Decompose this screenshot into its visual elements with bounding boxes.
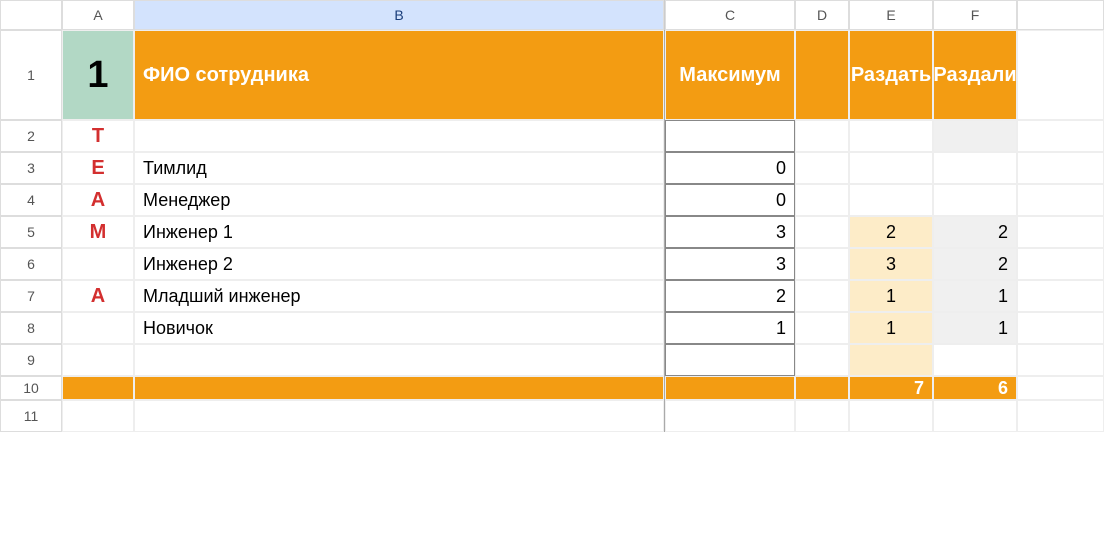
cell-B1[interactable]: ФИО сотрудника [134,30,664,120]
rowhead-7[interactable]: 7 [0,280,62,312]
cell-A9[interactable] [62,344,134,376]
spreadsheet-grid[interactable]: A B C D E F 1 1 ФИО сотрудника Максимум … [0,0,1104,432]
corner-cell[interactable] [0,0,62,30]
cell-E7[interactable]: 1 [849,280,933,312]
cell-B6[interactable]: Инженер 2 [134,248,664,280]
cell-rest-5[interactable] [1017,216,1104,248]
cell-rest-8[interactable] [1017,312,1104,344]
cell-E10[interactable]: 7 [849,376,933,400]
cell-C6[interactable]: 3 [665,248,795,280]
cell-D4[interactable] [795,184,849,216]
rowhead-8[interactable]: 8 [0,312,62,344]
cell-B10[interactable] [134,376,664,400]
cell-rest-6[interactable] [1017,248,1104,280]
cell-D3[interactable] [795,152,849,184]
cell-F7[interactable]: 1 [933,280,1017,312]
cell-rest-1[interactable] [1017,30,1104,120]
cell-F1[interactable]: Раздали [933,30,1017,120]
cell-rest-3[interactable] [1017,152,1104,184]
cell-D9[interactable] [795,344,849,376]
cell-E5[interactable]: 2 [849,216,933,248]
cell-F3[interactable] [933,152,1017,184]
cell-F10[interactable]: 6 [933,376,1017,400]
cell-A3[interactable]: E [62,152,134,184]
rowhead-4[interactable]: 4 [0,184,62,216]
cell-F6[interactable]: 2 [933,248,1017,280]
cell-F2[interactable] [933,120,1017,152]
cell-E11[interactable] [849,400,933,432]
cell-B7[interactable]: Младший инженер [134,280,664,312]
cell-C5[interactable]: 3 [665,216,795,248]
colhead-rest[interactable] [1017,0,1104,30]
cell-D7[interactable] [795,280,849,312]
cell-B3[interactable]: Тимлид [134,152,664,184]
cell-F4[interactable] [933,184,1017,216]
cell-A11[interactable] [62,400,134,432]
cell-B2[interactable] [134,120,664,152]
rowhead-11[interactable]: 11 [0,400,62,432]
cell-E8[interactable]: 1 [849,312,933,344]
cell-rest-9[interactable] [1017,344,1104,376]
cell-A7[interactable]: A [62,280,134,312]
cell-A4[interactable]: A [62,184,134,216]
cell-E6[interactable]: 3 [849,248,933,280]
cell-D2[interactable] [795,120,849,152]
cell-D8[interactable] [795,312,849,344]
cell-C7[interactable]: 2 [665,280,795,312]
cell-C1[interactable]: Максимум [665,30,795,120]
cell-F5[interactable]: 2 [933,216,1017,248]
cell-B9[interactable] [134,344,664,376]
cell-D5[interactable] [795,216,849,248]
cell-B4[interactable]: Менеджер [134,184,664,216]
cell-D10[interactable] [795,376,849,400]
cell-A10[interactable] [62,376,134,400]
cell-rest-7[interactable] [1017,280,1104,312]
cell-D1[interactable] [795,30,849,120]
cell-C10[interactable] [665,376,795,400]
colhead-E[interactable]: E [849,0,933,30]
colhead-D[interactable]: D [795,0,849,30]
cell-E1[interactable]: Раздать [849,30,933,120]
cell-F9[interactable] [933,344,1017,376]
cell-A6[interactable] [62,248,134,280]
rowhead-1[interactable]: 1 [0,30,62,120]
cell-E3[interactable] [849,152,933,184]
colhead-C[interactable]: C [665,0,795,30]
cell-E9[interactable] [849,344,933,376]
cell-B5[interactable]: Инженер 1 [134,216,664,248]
cell-A5[interactable]: M [62,216,134,248]
rowhead-5[interactable]: 5 [0,216,62,248]
cell-F11[interactable] [933,400,1017,432]
cell-D11[interactable] [795,400,849,432]
cell-A2[interactable]: T [62,120,134,152]
cell-E4[interactable] [849,184,933,216]
cell-rest-11[interactable] [1017,400,1104,432]
rowhead-3[interactable]: 3 [0,152,62,184]
cell-rest-4[interactable] [1017,184,1104,216]
cell-C2[interactable] [665,120,795,152]
cell-F8[interactable]: 1 [933,312,1017,344]
cell-B8[interactable]: Новичок [134,312,664,344]
rowhead-6[interactable]: 6 [0,248,62,280]
cell-A1[interactable]: 1 [62,30,134,120]
cell-A8[interactable] [62,312,134,344]
cell-C9[interactable] [665,344,795,376]
rowhead-10[interactable]: 10 [0,376,62,400]
cell-C3[interactable]: 0 [665,152,795,184]
cell-C8[interactable]: 1 [665,312,795,344]
cell-C11[interactable] [665,400,795,432]
colhead-B[interactable]: B [134,0,664,30]
cell-C4[interactable]: 0 [665,184,795,216]
colhead-A[interactable]: A [62,0,134,30]
cell-D6[interactable] [795,248,849,280]
cell-E2[interactable] [849,120,933,152]
cell-rest-10[interactable] [1017,376,1104,400]
cell-rest-2[interactable] [1017,120,1104,152]
rowhead-2[interactable]: 2 [0,120,62,152]
cell-B11[interactable] [134,400,664,432]
colhead-F[interactable]: F [933,0,1017,30]
rowhead-9[interactable]: 9 [0,344,62,376]
